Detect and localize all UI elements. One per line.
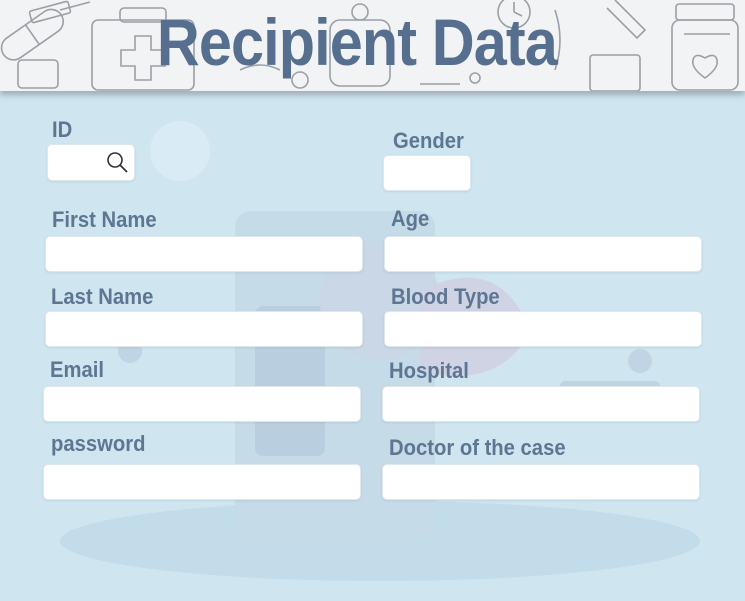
first-name-field[interactable] (45, 236, 363, 272)
first-name-label: First Name (52, 207, 157, 232)
last-name-label: Last Name (51, 284, 154, 309)
password-label: password (51, 431, 146, 456)
password-field[interactable] (43, 464, 361, 500)
doctor-field[interactable] (382, 464, 700, 500)
search-icon (107, 152, 128, 173)
header-banner: Recipient Data (0, 0, 745, 91)
age-field[interactable] (384, 236, 702, 272)
last-name-field[interactable] (45, 311, 363, 347)
hospital-label: Hospital (389, 358, 469, 383)
blood-type-field[interactable] (384, 311, 702, 347)
email-label: Email (50, 357, 105, 382)
doctor-label: Doctor of the case (389, 435, 566, 460)
gender-field[interactable] (383, 155, 471, 191)
id-label: ID (52, 117, 73, 142)
age-label: Age (391, 206, 430, 231)
page-title: Recipient Data (156, 5, 558, 79)
blood-type-label: Blood Type (391, 284, 500, 309)
email-field[interactable] (43, 386, 361, 422)
search-button[interactable] (104, 150, 130, 176)
gender-label: Gender (393, 128, 464, 153)
hospital-field[interactable] (382, 386, 700, 422)
